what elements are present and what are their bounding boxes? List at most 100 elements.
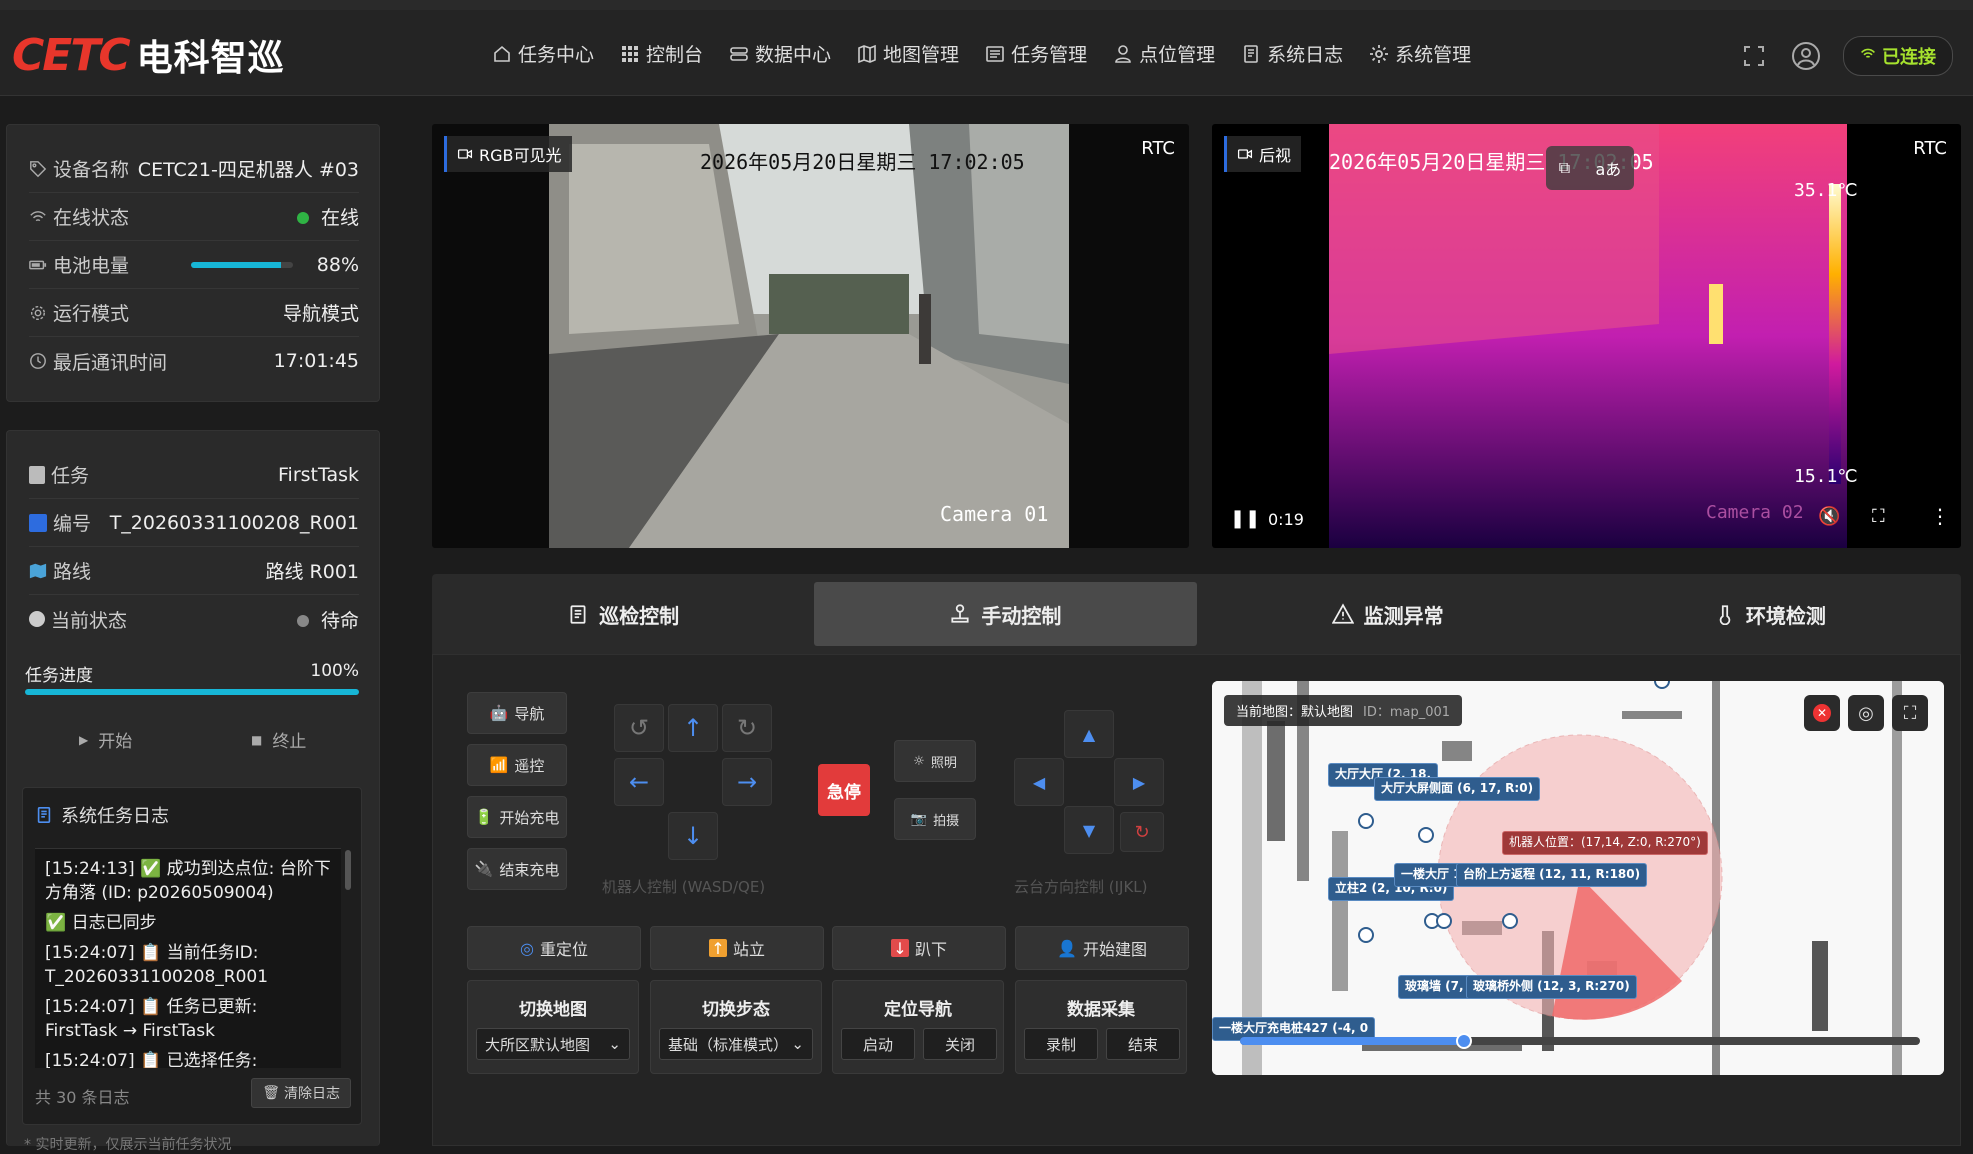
camera-rgb[interactable]: RGB可见光 RTC 2026年05月20日星期三 17:02:05 Camer… bbox=[432, 124, 1189, 548]
video-icon bbox=[1237, 149, 1253, 159]
log-footer-note: * 实时更新，仅展示当前任务状况 bbox=[24, 1137, 232, 1153]
tab-environment[interactable]: 环境检测 bbox=[1579, 574, 1961, 654]
stop-charge-button[interactable]: 🔌 结束充电 bbox=[467, 848, 567, 890]
camera-rgb-rtc: RTC bbox=[1141, 138, 1175, 159]
data-collection-group: 数据采集 录制 结束 bbox=[1015, 980, 1187, 1074]
record-stop-button[interactable]: 结束 bbox=[1106, 1028, 1180, 1060]
clear-log-button[interactable]: 🗑 清除日志 bbox=[251, 1078, 351, 1108]
stand-icon: ↑ bbox=[708, 939, 727, 958]
nav-item-task-management[interactable]: 任务管理 bbox=[985, 40, 1087, 67]
nav-item-system-management[interactable]: 系统管理 bbox=[1369, 40, 1471, 67]
start-button[interactable]: ▶ 开始 bbox=[79, 727, 132, 752]
id-icon bbox=[29, 513, 47, 532]
mute-icon[interactable]: 🔇 bbox=[1818, 506, 1840, 527]
home-icon bbox=[494, 45, 510, 62]
battery-fill bbox=[190, 261, 281, 268]
user-pin-icon bbox=[1115, 44, 1131, 63]
state-dot bbox=[296, 614, 309, 627]
map-close-button[interactable]: ✕ bbox=[1804, 695, 1840, 731]
camera-icon: 📷 bbox=[910, 811, 928, 827]
emergency-stop-button[interactable]: 急停 bbox=[818, 764, 870, 816]
route-map-icon bbox=[29, 563, 47, 578]
ptz-reset-button[interactable]: ↻ bbox=[1120, 812, 1164, 852]
current-state-row: 当前状态 待命 bbox=[29, 595, 359, 643]
nav-start-button[interactable]: 启动 bbox=[841, 1028, 915, 1060]
ptz-down-button[interactable]: ▼ bbox=[1064, 806, 1114, 854]
crop-icon[interactable]: ⧉ bbox=[1559, 158, 1570, 178]
grid-icon bbox=[622, 45, 639, 62]
right-button[interactable]: → bbox=[722, 758, 772, 806]
run-mode-value: 导航模式 bbox=[282, 303, 359, 325]
ptz-right-button[interactable]: ▶ bbox=[1114, 758, 1164, 806]
log-icon bbox=[37, 806, 51, 824]
log-list[interactable]: [15:24:13] ✅ 成功到达点位: 台阶下方角落 (ID: p202605… bbox=[35, 848, 341, 1068]
map-select[interactable]: 大所区默认地图 ⌄ bbox=[476, 1028, 630, 1060]
rotate-right-button[interactable]: ↻ bbox=[722, 704, 772, 752]
fullscreen-icon[interactable]: ⛶ bbox=[1872, 506, 1885, 527]
nav-item-data-center[interactable]: 数据中心 bbox=[729, 40, 831, 67]
task-id-row: 编号 T_20260331100208_R001 bbox=[29, 499, 359, 547]
map-icon bbox=[858, 44, 876, 63]
forward-button[interactable]: ↑ bbox=[668, 704, 718, 752]
top-strip bbox=[0, 0, 1973, 10]
map-point-tag[interactable]: 玻璃桥外侧 (12, 3, R:270) bbox=[1466, 975, 1637, 999]
translate-icon[interactable]: aあ bbox=[1596, 156, 1622, 180]
state-value: 待命 bbox=[320, 609, 359, 632]
fullscreen-icon[interactable] bbox=[1739, 41, 1769, 71]
photo-button[interactable]: 📷 拍摄 bbox=[894, 798, 976, 840]
nav-mode-button[interactable]: 🤖 导航 bbox=[467, 692, 567, 734]
user-avatar-icon[interactable] bbox=[1791, 41, 1821, 71]
relocate-button[interactable]: ◎ 重定位 bbox=[467, 926, 641, 970]
trash-icon: 🗑 bbox=[262, 1085, 280, 1101]
tab-manual-control[interactable]: 手动控制 bbox=[814, 582, 1197, 646]
nav-item-console[interactable]: 控制台 bbox=[620, 40, 703, 67]
battery-value: 88% bbox=[316, 253, 359, 276]
thermometer-icon bbox=[1719, 605, 1731, 625]
more-icon[interactable]: ⋮ bbox=[1930, 504, 1950, 528]
lie-down-button[interactable]: ↓ 趴下 bbox=[832, 926, 1006, 970]
person-icon: 👤 bbox=[1057, 938, 1077, 958]
map-fullscreen-button[interactable]: ⛶ bbox=[1892, 695, 1928, 731]
lie-down-icon: ↓ bbox=[890, 939, 909, 958]
tab-anomaly-monitor[interactable]: 监测异常 bbox=[1197, 574, 1579, 654]
battery-row: 电池电量 88% bbox=[29, 241, 359, 289]
log-header: 系统任务日志 bbox=[23, 788, 361, 836]
map-view[interactable]: 当前地图：默认地图 ID：map_001 ✕ ◎ ⛶ 大厅大厅 (2, 18, 大… bbox=[1212, 681, 1944, 1075]
tab-patrol-control[interactable]: 巡检控制 bbox=[432, 574, 814, 654]
nav-stop-button[interactable]: 关闭 bbox=[923, 1028, 997, 1060]
remote-mode-button[interactable]: 📶 遥控 bbox=[467, 744, 567, 786]
stop-button[interactable]: ■ 终止 bbox=[251, 727, 306, 752]
nav-item-system-log[interactable]: 系统日志 bbox=[1241, 40, 1343, 67]
device-name-value: CETC21-四足机器人 #03 bbox=[137, 159, 359, 181]
map-compass-button[interactable]: ◎ bbox=[1848, 695, 1884, 731]
map-point-tag[interactable]: 台阶上方返程 (12, 11, R:180) bbox=[1456, 863, 1648, 887]
map-point-tag[interactable]: 大厅大屏侧面 (6, 17, R:0) bbox=[1374, 777, 1541, 801]
nav-item-point-management[interactable]: 点位管理 bbox=[1113, 40, 1215, 67]
nav-item-map-management[interactable]: 地图管理 bbox=[857, 40, 959, 67]
thermal-temp-max: 35.1℃ bbox=[1794, 180, 1858, 201]
map-zoom-slider[interactable] bbox=[1240, 1033, 1920, 1049]
record-button[interactable]: 录制 bbox=[1024, 1028, 1098, 1060]
backward-button[interactable]: ↓ bbox=[668, 812, 718, 860]
ptz-left-button[interactable]: ◀ bbox=[1014, 758, 1064, 806]
log-scrollbar[interactable] bbox=[345, 850, 351, 890]
thermal-overlay-toolbar: ⧉ aあ bbox=[1546, 146, 1634, 190]
pause-button[interactable]: ❚❚ bbox=[1230, 508, 1260, 529]
log-entry: ✅ 日志已同步 bbox=[45, 913, 157, 933]
camera-thermal[interactable]: 后视 RTC 2026年05月20日星期三 17:02:05 Camera 02… bbox=[1212, 124, 1961, 548]
start-charge-button[interactable]: 🔋 开始充电 bbox=[467, 796, 567, 838]
light-button[interactable]: ☼ 照明 bbox=[894, 740, 976, 782]
left-button[interactable]: ← bbox=[614, 758, 664, 806]
chevron-down-icon: ⌄ bbox=[791, 1035, 804, 1053]
rotate-left-button[interactable]: ↺ bbox=[614, 704, 664, 752]
robot-position-tag: 机器人位置：(17,14, Z:0, R:270°) bbox=[1502, 831, 1708, 855]
ptz-up-button[interactable]: ▲ bbox=[1064, 710, 1114, 758]
play-icon: ▶ bbox=[79, 732, 89, 747]
light-icon: ☼ bbox=[913, 753, 925, 769]
stand-button[interactable]: ↑ 站立 bbox=[650, 926, 824, 970]
gait-select[interactable]: 基础（标准模式） ⌄ bbox=[659, 1028, 813, 1060]
camera-rgb-label: RGB可见光 bbox=[444, 136, 572, 172]
battery-bar bbox=[190, 261, 293, 268]
start-mapping-button[interactable]: 👤 开始建图 bbox=[1015, 926, 1189, 970]
nav-item-task-center[interactable]: 任务中心 bbox=[492, 40, 594, 67]
